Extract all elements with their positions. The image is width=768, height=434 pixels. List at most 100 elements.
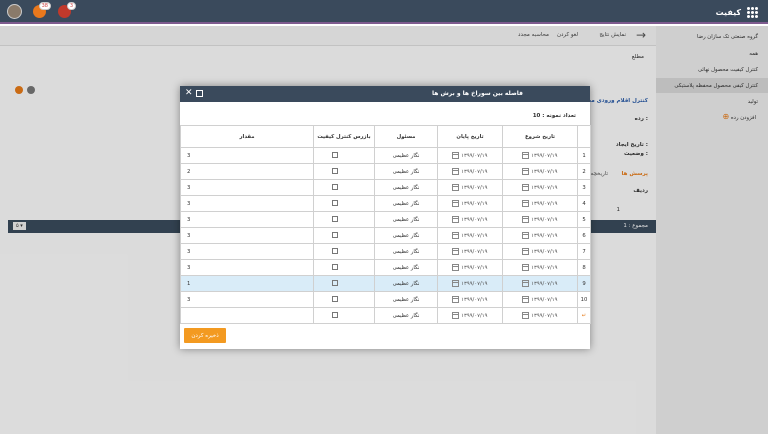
- table-row[interactable]: 4 ۱۳۹۹/۰۷/۱۹ ۱۳۹۹/۰۷/۱۹ نگار عظیمی 3: [180, 195, 591, 212]
- brand[interactable]: کیفیت: [716, 7, 758, 18]
- table-row[interactable]: 7 ۱۳۹۹/۰۷/۱۹ ۱۳۹۹/۰۷/۱۹ نگار عظیمی 3: [180, 243, 591, 260]
- table-row[interactable]: 10 ۱۳۹۹/۰۷/۱۹ ۱۳۹۹/۰۷/۱۹ نگار عظیمی 3: [180, 291, 591, 308]
- start-date-cell[interactable]: ۱۳۹۹/۰۷/۱۹: [502, 259, 578, 276]
- inspector-cell[interactable]: [313, 307, 375, 324]
- inspect-icon[interactable]: [332, 296, 338, 303]
- end-date-cell[interactable]: ۱۳۹۹/۰۷/۱۹: [437, 243, 503, 260]
- responsible-cell[interactable]: نگار عظیمی: [374, 211, 438, 228]
- calendar-icon[interactable]: [452, 264, 460, 271]
- start-date-cell[interactable]: ۱۳۹۹/۰۷/۱۹: [502, 227, 578, 244]
- inspect-icon[interactable]: [332, 312, 338, 319]
- table-row[interactable]: 5 ۱۳۹۹/۰۷/۱۹ ۱۳۹۹/۰۷/۱۹ نگار عظیمی 3: [180, 211, 591, 228]
- responsible-cell[interactable]: نگار عظیمی: [374, 259, 438, 276]
- quantity-cell[interactable]: 3: [180, 259, 314, 276]
- quantity-cell[interactable]: 3: [180, 227, 314, 244]
- table-row[interactable]: 1 ۱۳۹۹/۰۷/۱۹ ۱۳۹۹/۰۷/۱۹ نگار عظیمی 3: [180, 147, 591, 164]
- inspect-icon[interactable]: [332, 152, 338, 159]
- inspect-icon[interactable]: [332, 168, 338, 175]
- quantity-cell[interactable]: 3: [180, 147, 314, 164]
- calendar-icon[interactable]: [522, 200, 530, 207]
- notification-bell-icon[interactable]: 38: [33, 2, 51, 18]
- end-date-cell[interactable]: ۱۳۹۹/۰۷/۱۹: [437, 211, 503, 228]
- inspector-cell[interactable]: [313, 163, 375, 180]
- responsible-cell[interactable]: نگار عظیمی: [374, 195, 438, 212]
- calendar-icon[interactable]: [522, 264, 530, 271]
- calendar-icon[interactable]: [452, 296, 460, 303]
- start-date-cell[interactable]: ۱۳۹۹/۰۷/۱۹: [502, 291, 578, 308]
- calendar-icon[interactable]: [522, 184, 530, 191]
- calendar-icon[interactable]: [452, 152, 460, 159]
- inspect-icon[interactable]: [332, 216, 338, 223]
- start-date-cell[interactable]: ۱۳۹۹/۰۷/۱۹: [502, 307, 578, 324]
- calendar-icon[interactable]: [522, 216, 530, 223]
- table-row[interactable]: 8 ۱۳۹۹/۰۷/۱۹ ۱۳۹۹/۰۷/۱۹ نگار عظیمی 3: [180, 259, 591, 276]
- inspect-icon[interactable]: [332, 200, 338, 207]
- start-date-cell[interactable]: ۱۳۹۹/۰۷/۱۹: [502, 211, 578, 228]
- start-date-cell[interactable]: ۱۳۹۹/۰۷/۱۹: [502, 195, 578, 212]
- quantity-cell[interactable]: [180, 307, 314, 324]
- quantity-cell[interactable]: 2: [180, 163, 314, 180]
- calendar-icon[interactable]: [452, 168, 460, 175]
- calendar-icon[interactable]: [522, 296, 530, 303]
- table-row[interactable]: 2 ۱۳۹۹/۰۷/۱۹ ۱۳۹۹/۰۷/۱۹ نگار عظیمی 2: [180, 163, 591, 180]
- end-date-cell[interactable]: ۱۳۹۹/۰۷/۱۹: [437, 307, 503, 324]
- start-date-cell[interactable]: ۱۳۹۹/۰۷/۱۹: [502, 179, 578, 196]
- quantity-cell[interactable]: 3: [180, 211, 314, 228]
- quantity-cell[interactable]: 3: [180, 291, 314, 308]
- table-row[interactable]: 3 ۱۳۹۹/۰۷/۱۹ ۱۳۹۹/۰۷/۱۹ نگار عظیمی 3: [180, 179, 591, 196]
- inspector-cell[interactable]: [313, 259, 375, 276]
- calendar-icon[interactable]: [452, 248, 460, 255]
- inspector-cell[interactable]: [313, 243, 375, 260]
- table-row[interactable]: 9 ۱۳۹۹/۰۷/۱۹ ۱۳۹۹/۰۷/۱۹ نگار عظیمی 1: [180, 275, 591, 292]
- calendar-icon[interactable]: [452, 216, 460, 223]
- responsible-cell[interactable]: نگار عظیمی: [374, 275, 438, 292]
- inspector-cell[interactable]: [313, 275, 375, 292]
- inspector-cell[interactable]: [313, 227, 375, 244]
- end-date-cell[interactable]: ۱۳۹۹/۰۷/۱۹: [437, 147, 503, 164]
- calendar-icon[interactable]: [452, 200, 460, 207]
- responsible-cell[interactable]: نگار عظیمی: [374, 163, 438, 180]
- table-row[interactable]: ↵ ۱۳۹۹/۰۷/۱۹ ۱۳۹۹/۰۷/۱۹ نگار عظیمی: [180, 307, 591, 324]
- inspector-cell[interactable]: [313, 211, 375, 228]
- quantity-cell[interactable]: 3: [180, 179, 314, 196]
- user-avatar[interactable]: [7, 4, 22, 19]
- start-date-cell[interactable]: ۱۳۹۹/۰۷/۱۹: [502, 243, 578, 260]
- calendar-icon[interactable]: [452, 280, 460, 287]
- responsible-cell[interactable]: نگار عظیمی: [374, 291, 438, 308]
- calendar-icon[interactable]: [522, 280, 530, 287]
- responsible-cell[interactable]: نگار عظیمی: [374, 227, 438, 244]
- inspector-cell[interactable]: [313, 291, 375, 308]
- end-date-cell[interactable]: ۱۳۹۹/۰۷/۱۹: [437, 227, 503, 244]
- calendar-icon[interactable]: [522, 312, 530, 319]
- start-date-cell[interactable]: ۱۳۹۹/۰۷/۱۹: [502, 147, 578, 164]
- inspector-cell[interactable]: [313, 195, 375, 212]
- inspect-icon[interactable]: [332, 264, 338, 271]
- calendar-icon[interactable]: [452, 184, 460, 191]
- end-date-cell[interactable]: ۱۳۹۹/۰۷/۱۹: [437, 259, 503, 276]
- calendar-icon[interactable]: [452, 312, 460, 319]
- maximize-icon[interactable]: [196, 90, 203, 97]
- responsible-cell[interactable]: نگار عظیمی: [374, 147, 438, 164]
- quantity-cell[interactable]: 1: [180, 275, 314, 292]
- close-icon[interactable]: ✕: [185, 88, 193, 98]
- quantity-cell[interactable]: 3: [180, 243, 314, 260]
- inspector-cell[interactable]: [313, 147, 375, 164]
- inspector-cell[interactable]: [313, 179, 375, 196]
- start-date-cell[interactable]: ۱۳۹۹/۰۷/۱۹: [502, 163, 578, 180]
- calendar-icon[interactable]: [522, 168, 530, 175]
- inspect-icon[interactable]: [332, 232, 338, 239]
- responsible-cell[interactable]: نگار عظیمی: [374, 307, 438, 324]
- apps-grid-icon[interactable]: [747, 7, 758, 18]
- start-date-cell[interactable]: ۱۳۹۹/۰۷/۱۹: [502, 275, 578, 292]
- end-date-cell[interactable]: ۱۳۹۹/۰۷/۱۹: [437, 291, 503, 308]
- inspect-icon[interactable]: [332, 248, 338, 255]
- end-date-cell[interactable]: ۱۳۹۹/۰۷/۱۹: [437, 179, 503, 196]
- calendar-icon[interactable]: [452, 232, 460, 239]
- end-date-cell[interactable]: ۱۳۹۹/۰۷/۱۹: [437, 163, 503, 180]
- end-date-cell[interactable]: ۱۳۹۹/۰۷/۱۹: [437, 195, 503, 212]
- alert-icon[interactable]: 3: [58, 2, 76, 18]
- table-row[interactable]: 6 ۱۳۹۹/۰۷/۱۹ ۱۳۹۹/۰۷/۱۹ نگار عظیمی 3: [180, 227, 591, 244]
- inspect-icon[interactable]: [332, 280, 338, 287]
- calendar-icon[interactable]: [522, 232, 530, 239]
- save-button[interactable]: ذخیره کردن: [184, 328, 226, 343]
